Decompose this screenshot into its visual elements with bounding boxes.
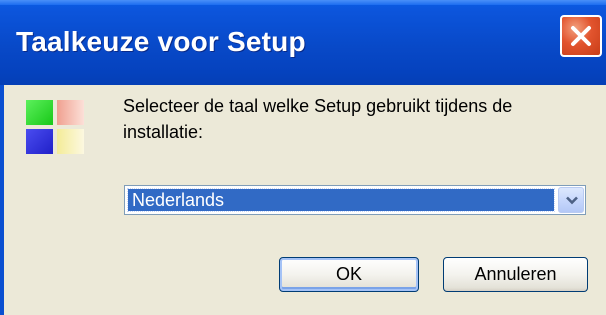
setup-app-icon xyxy=(26,100,88,156)
setup-language-dialog: Taalkeuze voor Setup Selecteer de taal w… xyxy=(0,0,606,315)
window-title: Taalkeuze voor Setup xyxy=(16,26,306,57)
language-select-value[interactable]: Nederlands xyxy=(127,188,555,212)
close-button[interactable] xyxy=(560,15,602,57)
cancel-button[interactable]: Annuleren xyxy=(443,257,588,292)
language-prompt: Selecteer de taal welke Setup gebruikt t… xyxy=(123,96,513,142)
title-bar-highlight xyxy=(0,0,606,5)
title-bar[interactable]: Taalkeuze voor Setup xyxy=(0,0,606,85)
language-select-dropdown-button[interactable] xyxy=(558,187,584,213)
window-frame-left xyxy=(0,85,4,315)
language-select[interactable]: Nederlands xyxy=(124,185,586,215)
close-icon xyxy=(571,26,591,46)
chevron-down-icon xyxy=(566,196,578,205)
ok-button[interactable]: OK xyxy=(279,257,419,292)
